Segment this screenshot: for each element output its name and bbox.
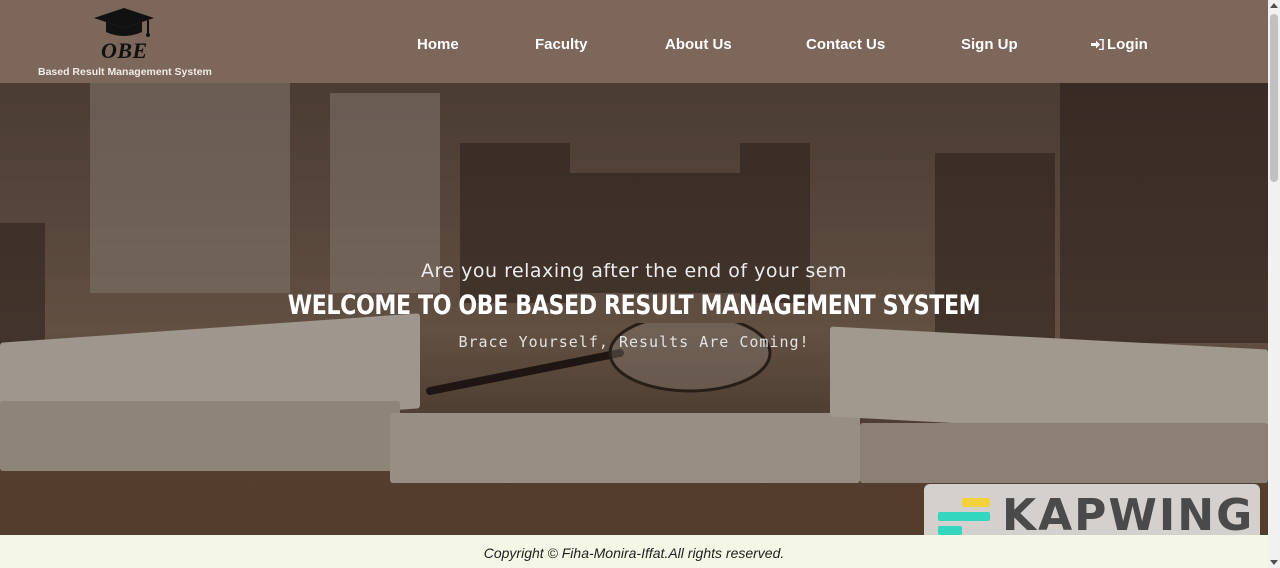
hero-subtitle-bottom: Brace Yourself, Results Are Coming! — [458, 333, 810, 351]
logo-text: OBE — [101, 38, 148, 63]
watermark-bar — [938, 512, 990, 521]
watermark-text: KAPWING — [1002, 490, 1255, 541]
nav-sign-up[interactable]: Sign Up — [961, 36, 1018, 53]
watermark-bar — [938, 526, 962, 535]
site-logo[interactable]: OBE Based Result Management System — [36, 4, 216, 80]
nav-about-us[interactable]: About Us — [665, 36, 732, 53]
nav-home[interactable]: Home — [417, 36, 459, 53]
copyright-text: Copyright © Fiha-Monira-Iffat.All rights… — [483, 545, 785, 561]
hero-title: WELCOME TO OBE BASED RESULT MANAGEMENT S… — [287, 290, 981, 321]
watermark-bar — [962, 498, 990, 507]
site-header: OBE Based Result Management System Home … — [0, 0, 1268, 83]
hero-subtitle-top: Are you relaxing after the end of your s… — [421, 260, 847, 282]
scroll-up-arrow-icon[interactable] — [1270, 3, 1278, 8]
login-icon — [1091, 39, 1104, 50]
nav-contact-us[interactable]: Contact Us — [806, 36, 885, 53]
logo-tagline: Based Result Management System — [38, 66, 212, 78]
graduation-cap-icon — [94, 8, 154, 37]
page-scrollbar[interactable] — [1268, 0, 1280, 568]
site-footer: Copyright © Fiha-Monira-Iffat.All rights… — [0, 535, 1268, 568]
nav-login[interactable]: Login — [1091, 36, 1148, 53]
nav-login-label: Login — [1107, 36, 1148, 53]
nav-faculty[interactable]: Faculty — [535, 36, 588, 53]
scroll-down-arrow-icon[interactable] — [1270, 560, 1278, 565]
scrollbar-thumb[interactable] — [1270, 14, 1278, 182]
hero-banner: Are you relaxing after the end of your s… — [0, 83, 1268, 535]
